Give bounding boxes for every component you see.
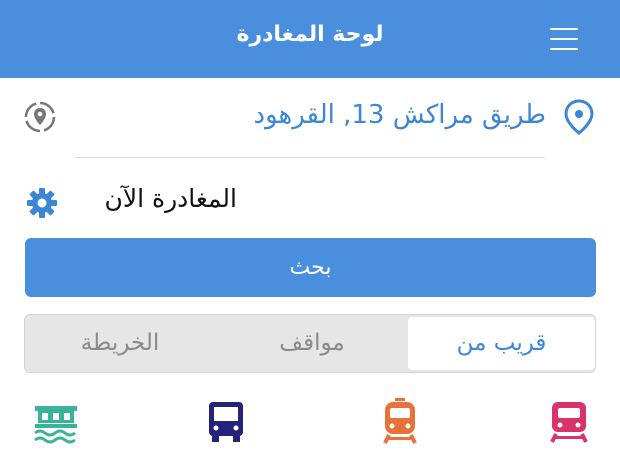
water-bus-icon[interactable] <box>33 398 79 444</box>
search-button[interactable]: بحث <box>25 238 596 297</box>
divider <box>75 157 545 158</box>
locate-me-icon[interactable] <box>23 100 57 134</box>
app-header: لوحة المغادرة <box>0 0 620 78</box>
current-address[interactable]: طريق مراكش 13, القرهود <box>253 100 546 130</box>
departure-board-screen: لوحة المغادرة طريق مراكش 13, القرهود الم… <box>0 0 620 462</box>
gear-icon[interactable] <box>25 186 59 220</box>
tab-stops[interactable]: مواقف <box>217 315 407 372</box>
hamburger-icon[interactable] <box>550 26 580 52</box>
tab-nearby[interactable]: قريب من <box>408 317 595 370</box>
map-pin-icon <box>564 99 594 135</box>
bus-icon[interactable] <box>203 398 249 444</box>
departure-time-label[interactable]: المغادرة الآن <box>104 184 237 213</box>
metro-icon[interactable] <box>546 398 592 444</box>
view-tabs: قريب من مواقف الخريطة <box>24 314 596 373</box>
tab-map[interactable]: الخريطة <box>25 315 215 372</box>
tram-icon[interactable] <box>377 398 423 444</box>
page-title: لوحة المغادرة <box>236 22 384 47</box>
